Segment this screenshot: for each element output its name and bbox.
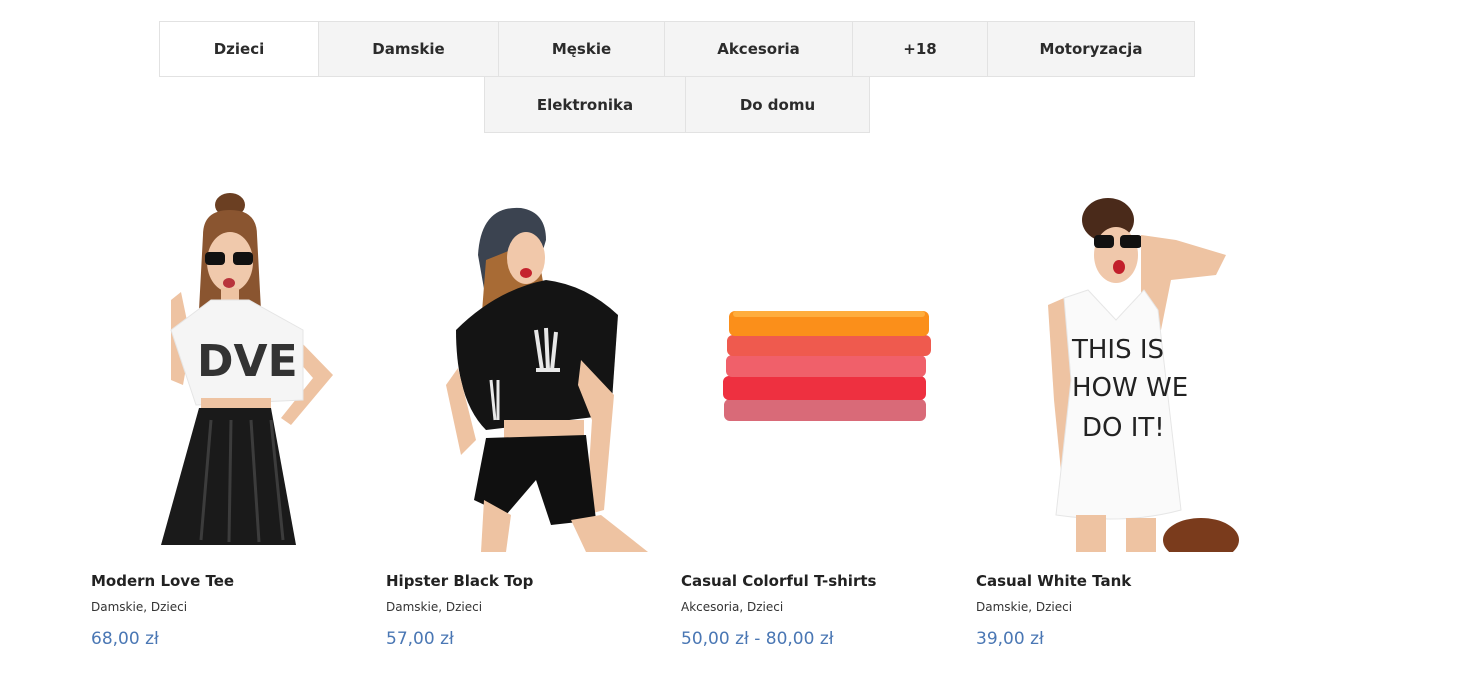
product-card: Hipster Black Top Damskie, Dzieci 57,00 … <box>386 180 676 680</box>
product-categories: Damskie, Dzieci <box>976 600 1072 614</box>
product-name[interactable]: Modern Love Tee <box>91 572 234 590</box>
category-separator: , <box>143 600 151 614</box>
product-categories: Akcesoria, Dzieci <box>681 600 783 614</box>
product-price: 68,00 zł <box>91 629 159 649</box>
category-link[interactable]: Akcesoria <box>681 600 739 614</box>
product-image[interactable]: DVE <box>91 180 381 552</box>
product-card: DVE Modern Love Tee Damskie, Dzieci 68,0… <box>91 180 381 680</box>
tab-elektronika[interactable]: Elektronika <box>484 76 686 133</box>
product-card: THIS IS HOW WE DO IT! Casual White Tank … <box>976 180 1266 680</box>
product-price: 57,00 zł <box>386 629 454 649</box>
tab-motoryzacja[interactable]: Motoryzacja <box>987 21 1195 77</box>
tab-do-domu[interactable]: Do domu <box>685 76 870 133</box>
product-image[interactable] <box>386 180 676 552</box>
tank-print-line: DO IT! <box>1082 413 1165 443</box>
category-separator: , <box>739 600 747 614</box>
tab-18[interactable]: +18 <box>852 21 988 77</box>
tee-print: DVE <box>197 336 298 387</box>
category-link[interactable]: Dzieci <box>1036 600 1072 614</box>
category-link[interactable]: Dzieci <box>747 600 783 614</box>
category-separator: , <box>1028 600 1036 614</box>
tab-meskie[interactable]: Męskie <box>498 21 665 77</box>
product-price: 39,00 zł <box>976 629 1044 649</box>
product-name[interactable]: Casual Colorful T-shirts <box>681 572 876 590</box>
product-categories: Damskie, Dzieci <box>91 600 187 614</box>
tank-print-line: THIS IS <box>1071 335 1164 365</box>
category-link[interactable]: Dzieci <box>151 600 187 614</box>
product-price: 50,00 zł - 80,00 zł <box>681 629 834 649</box>
product-name[interactable]: Hipster Black Top <box>386 572 533 590</box>
tab-damskie[interactable]: Damskie <box>318 21 499 77</box>
tab-dzieci[interactable]: Dzieci <box>159 21 319 77</box>
product-image[interactable] <box>681 180 971 552</box>
category-link[interactable]: Damskie <box>976 600 1028 614</box>
category-separator: , <box>438 600 446 614</box>
product-name[interactable]: Casual White Tank <box>976 572 1131 590</box>
category-link[interactable]: Damskie <box>91 600 143 614</box>
category-link[interactable]: Dzieci <box>446 600 482 614</box>
product-categories: Damskie, Dzieci <box>386 600 482 614</box>
product-card: Casual Colorful T-shirts Akcesoria, Dzie… <box>681 180 971 680</box>
tab-akcesoria[interactable]: Akcesoria <box>664 21 853 77</box>
tank-print-line: HOW WE <box>1072 373 1188 403</box>
product-image[interactable]: THIS IS HOW WE DO IT! <box>976 180 1266 552</box>
category-link[interactable]: Damskie <box>386 600 438 614</box>
